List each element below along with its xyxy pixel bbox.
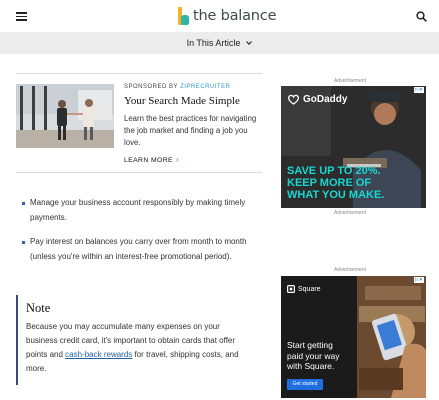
note-body: Because you may accumulate many expenses… <box>26 322 239 373</box>
advertisement-label: Advertisement <box>334 267 366 273</box>
chevron-right-icon: › <box>175 155 180 164</box>
note-title: Note <box>26 301 51 315</box>
cash-back-rewards-link[interactable]: cash-back rewards <box>65 350 132 359</box>
sponsor-title[interactable]: Your Search Made Simple <box>124 95 240 107</box>
in-this-article-label: In This Article <box>186 38 241 48</box>
godaddy-logo-icon <box>287 94 300 105</box>
list-item: Manage your business account responsibly… <box>22 195 262 225</box>
godaddy-ad-headline: SAVE UP TO 20%. KEEP MORE OF WHAT YOU MA… <box>287 165 385 201</box>
search-icon[interactable] <box>416 11 427 22</box>
square-logo-icon <box>287 285 295 293</box>
site-header: the balance <box>0 0 439 32</box>
logo-text: the balance <box>193 8 277 24</box>
chevron-down-icon <box>246 41 253 46</box>
bullet-list: Manage your business account responsibly… <box>22 195 262 273</box>
square-ad-headline: Start getting paid your way with Square. <box>287 340 340 371</box>
sponsor-office-image <box>16 84 114 148</box>
menu-icon[interactable] <box>16 12 27 21</box>
godaddy-ad[interactable]: GoDaddy SAVE UP TO 20%. KEEP MORE OF WHA… <box>281 86 426 208</box>
sponsored-card[interactable]: SPONSORED BY ZIPRECRUITER Your Search Ma… <box>16 73 262 173</box>
list-item: Pay interest on balances you carry over … <box>22 234 262 264</box>
sponsor-description: Learn the best practices for navigating … <box>124 114 257 147</box>
in-this-article-toggle[interactable]: In This Article <box>0 32 439 54</box>
note-callout: Note Because you may accumulate many exp… <box>16 295 262 385</box>
advertisement-label: Advertisement <box>334 78 366 84</box>
get-started-button[interactable]: Get started <box>287 379 323 390</box>
godaddy-logo: GoDaddy <box>287 94 347 105</box>
logo-mark-icon <box>178 7 189 25</box>
advertisement-label: Advertisement <box>334 210 366 216</box>
adchoices-icon[interactable]: ▷✕ <box>413 87 424 93</box>
adchoices-icon[interactable]: ▷✕ <box>413 277 424 283</box>
square-ad[interactable]: Square Start getting paid your way with … <box>281 276 426 398</box>
site-logo[interactable]: the balance <box>178 6 276 26</box>
learn-more-link[interactable]: LEARN MORE › <box>124 155 179 164</box>
sponsor-name: ZIPRECRUITER <box>180 84 231 90</box>
square-logo: Square <box>287 285 321 293</box>
sponsored-by-label: SPONSORED BY ZIPRECRUITER <box>124 84 231 90</box>
